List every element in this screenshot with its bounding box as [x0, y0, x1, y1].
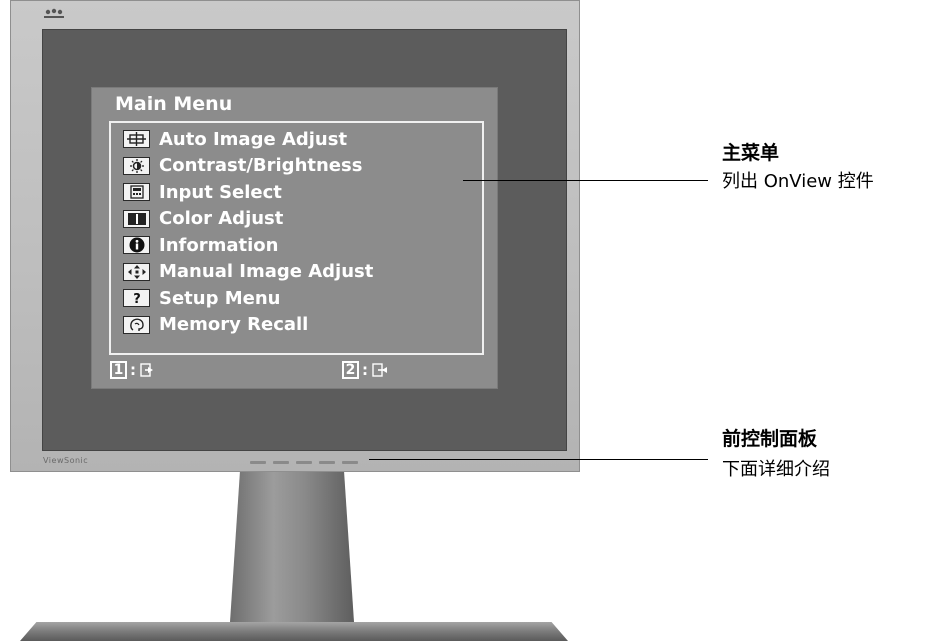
front-button-2[interactable] [273, 461, 289, 464]
monitor-brand-label: ViewSonic [43, 456, 89, 465]
main-menu-leader-line [463, 180, 708, 181]
osd-item-information[interactable]: Information [111, 232, 482, 259]
osd-item-memory-recall[interactable]: Memory Recall [111, 312, 482, 339]
front-button-4[interactable] [319, 461, 335, 464]
front-panel-callout-desc: 下面详细介绍 [722, 459, 830, 480]
osd-key-2[interactable]: 2 [342, 361, 359, 379]
osd-item-auto-image-adjust[interactable]: Auto Image Adjust [111, 126, 482, 153]
exit-icon [140, 363, 153, 377]
osd-menu-list: Auto Image Adjust Contrast/Brightness In… [109, 121, 484, 355]
manual-adjust-icon [123, 262, 150, 281]
osd-item-contrast-brightness[interactable]: Contrast/Brightness [111, 153, 482, 180]
osd-footer-exit: 1 : [110, 360, 156, 380]
osd-item-input-select[interactable]: Input Select [111, 179, 482, 206]
brand-logo-icon [44, 8, 64, 18]
main-menu-callout-title: 主菜单 [722, 142, 780, 164]
front-button-3[interactable] [296, 461, 312, 464]
osd-main-menu: Main Menu Auto Image Adjust Contrast/Bri… [92, 88, 497, 388]
memory-recall-icon [123, 315, 150, 334]
enter-icon [372, 363, 387, 377]
osd-item-label: Setup Menu [159, 287, 281, 309]
osd-item-label: Memory Recall [159, 314, 309, 336]
osd-key-1[interactable]: 1 [110, 361, 127, 379]
osd-footer-separator: : [130, 361, 136, 379]
front-control-buttons [250, 461, 358, 464]
monitor-stand-base [20, 622, 568, 641]
osd-item-label: Auto Image Adjust [159, 128, 348, 150]
osd-footer-enter: 2 : [342, 360, 388, 380]
main-menu-callout-desc: 列出 OnView 控件 [722, 171, 874, 192]
osd-item-label: Information [159, 234, 279, 256]
osd-item-label: Input Select [159, 181, 282, 203]
osd-item-label: Manual Image Adjust [159, 261, 374, 283]
front-button-5[interactable] [342, 461, 358, 464]
osd-title: Main Menu [115, 93, 233, 115]
osd-item-label: Color Adjust [159, 208, 284, 230]
osd-item-label: Contrast/Brightness [159, 155, 363, 177]
osd-item-manual-image-adjust[interactable]: Manual Image Adjust [111, 259, 482, 286]
osd-footer-separator: : [362, 361, 368, 379]
osd-item-color-adjust[interactable]: Color Adjust [111, 206, 482, 233]
front-panel-leader-line [369, 459, 708, 460]
front-panel-callout-title: 前控制面板 [722, 428, 818, 450]
setup-menu-icon: ? [123, 289, 150, 308]
contrast-brightness-icon [123, 156, 150, 175]
information-icon [123, 236, 150, 255]
osd-item-setup-menu[interactable]: ? Setup Menu [111, 285, 482, 312]
auto-adjust-icon [123, 130, 150, 149]
front-button-1[interactable] [250, 461, 266, 464]
input-select-icon [123, 183, 150, 202]
color-adjust-icon [123, 209, 150, 228]
svg-text:?: ? [133, 292, 141, 305]
monitor-stand-neck [230, 472, 354, 622]
